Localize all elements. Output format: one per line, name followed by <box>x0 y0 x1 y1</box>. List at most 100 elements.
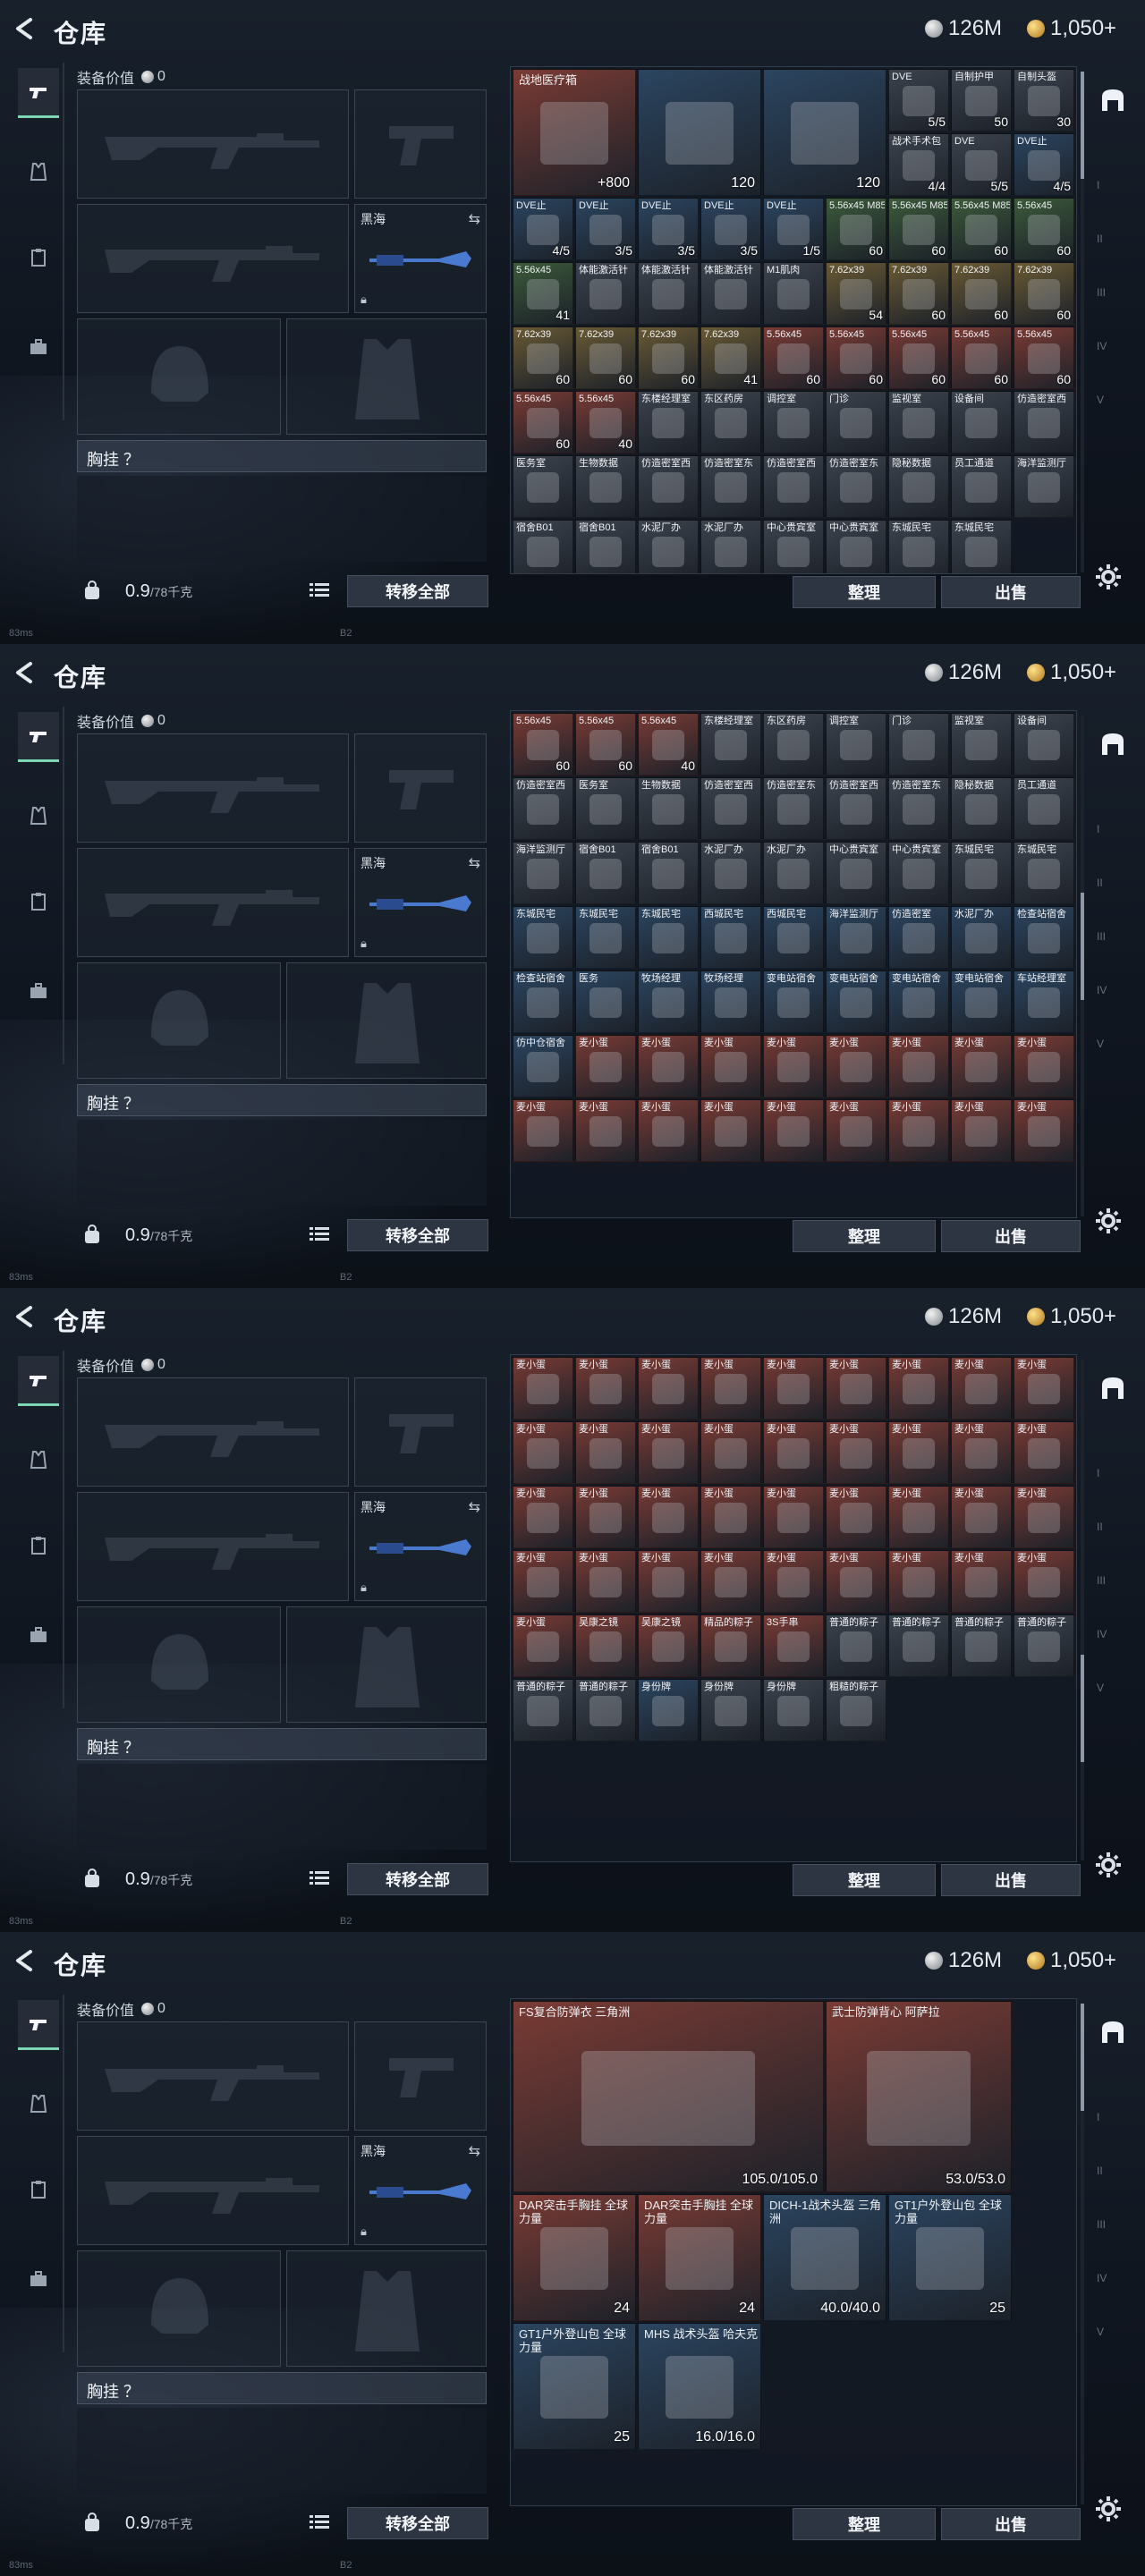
helmet-slot[interactable] <box>77 318 281 435</box>
stash-icon[interactable] <box>1097 84 1129 116</box>
stash-page-3[interactable]: III <box>1097 930 1106 943</box>
stash-item[interactable]: 麦小蛋 <box>638 1099 699 1162</box>
stash-item[interactable]: 粗糙的粽子 <box>826 1679 886 1741</box>
stash-item[interactable]: 麦小蛋 <box>513 1421 573 1484</box>
stash-item[interactable]: 战地医疗箱 +800 <box>513 69 636 196</box>
stash-item[interactable]: 麦小蛋 <box>700 1421 761 1484</box>
list-icon[interactable] <box>310 1225 329 1243</box>
currency-gold[interactable]: 1,050+ <box>1027 660 1116 685</box>
stash-page-4[interactable]: IV <box>1097 984 1107 996</box>
nav-consumables[interactable] <box>18 1521 59 1571</box>
stash-item[interactable]: 监视室 <box>951 713 1012 775</box>
nav-bags[interactable] <box>18 966 59 1016</box>
stash-item[interactable]: 麦小蛋 <box>575 1486 636 1548</box>
stash-item[interactable]: 调控室 <box>763 391 824 453</box>
nav-weapons[interactable] <box>18 712 59 762</box>
stash-item[interactable]: 麦小蛋 <box>763 1550 824 1613</box>
armor-slot[interactable] <box>286 962 487 1079</box>
nav-gear[interactable] <box>18 1435 59 1485</box>
stash-page-2[interactable]: II <box>1097 233 1103 245</box>
stash-item[interactable]: 医务室 <box>513 455 573 518</box>
primary-weapon-slot[interactable] <box>77 1377 349 1487</box>
pistol-slot[interactable] <box>354 2021 487 2131</box>
stash-item[interactable]: 门诊 <box>826 391 886 453</box>
stash-item[interactable]: 精品的粽子 <box>700 1614 761 1677</box>
stash-item[interactable]: 东城民宅 <box>888 520 949 573</box>
nav-gear[interactable] <box>18 147 59 197</box>
nav-consumables[interactable] <box>18 233 59 283</box>
stash-item[interactable]: 麦小蛋 <box>638 1035 699 1097</box>
stash-page-2[interactable]: II <box>1097 877 1103 889</box>
stash-item[interactable]: M1肌肉 <box>763 262 824 325</box>
chest-rig-header[interactable]: 胸挂 ？ <box>77 2372 487 2404</box>
stash-item[interactable]: 麦小蛋 <box>575 1035 636 1097</box>
stash-item[interactable]: 麦小蛋 <box>1014 1486 1074 1548</box>
gear-icon[interactable] <box>1095 2496 1122 2522</box>
stash-item[interactable]: 麦小蛋 <box>826 1486 886 1548</box>
stash-item[interactable]: 自制头盔 30 <box>1014 69 1074 131</box>
stash-scrollbar[interactable] <box>1081 1360 1084 1860</box>
stash-item[interactable]: 设备间 <box>951 391 1012 453</box>
scrollbar-thumb[interactable] <box>1081 1655 1084 1762</box>
stash-item[interactable]: 7.62x39 54 <box>826 262 886 325</box>
stash-item[interactable]: 宿舍B01 <box>575 842 636 904</box>
stash-item[interactable]: DAR突击手胸挂 全球力量 24 <box>638 2194 761 2321</box>
stash-item[interactable]: 东楼经理室 <box>700 713 761 775</box>
stash-item[interactable]: 体能激活针 <box>638 262 699 325</box>
stash-item[interactable]: 麦小蛋 <box>888 1357 949 1419</box>
sort-button[interactable]: 整理 <box>793 1864 936 1896</box>
stash-item[interactable]: 水泥厂办 <box>700 520 761 573</box>
sort-button[interactable]: 整理 <box>793 2508 936 2540</box>
primary-weapon-slot[interactable] <box>77 2021 349 2131</box>
stash-item[interactable]: 麦小蛋 <box>763 1035 824 1097</box>
stash-item[interactable]: 仿造密室西 <box>826 777 886 840</box>
stash-item[interactable]: 麦小蛋 <box>951 1035 1012 1097</box>
secondary-weapon-slot[interactable] <box>77 2136 349 2245</box>
stash-item[interactable]: 员工通道 <box>951 455 1012 518</box>
swap-icon[interactable]: ⇆ <box>469 2142 480 2160</box>
stash-item[interactable]: 麦小蛋 <box>1014 1550 1074 1613</box>
stash-item[interactable]: DVE止 4/5 <box>1014 133 1074 196</box>
stash-item[interactable]: 3S手串 <box>763 1614 824 1677</box>
stash-item[interactable]: 5.56x45 60 <box>763 326 824 389</box>
nav-bags[interactable] <box>18 2254 59 2304</box>
stash-item[interactable]: DAR突击手胸挂 全球力量 24 <box>513 2194 636 2321</box>
stash-scrollbar[interactable] <box>1081 72 1084 572</box>
stash-item[interactable]: 麦小蛋 <box>700 1486 761 1548</box>
stash-item[interactable]: 7.62x39 60 <box>1014 262 1074 325</box>
stash-item[interactable]: FS复合防弹衣 三角洲 105.0/105.0 <box>513 2001 824 2192</box>
stash-item[interactable]: 麦小蛋 <box>826 1035 886 1097</box>
stash-item[interactable]: 宿舍B01 <box>575 520 636 573</box>
stash-item[interactable]: 吴康之镜 <box>638 1614 699 1677</box>
stash-item[interactable]: 变电站宿舍 <box>888 970 949 1033</box>
stash-item[interactable]: 东城民宅 <box>575 906 636 969</box>
back-icon[interactable] <box>13 16 38 41</box>
stash-item[interactable]: 仿造密室东 <box>826 455 886 518</box>
stash-item[interactable]: DVE止 4/5 <box>513 198 573 260</box>
transfer-all-button[interactable]: 转移全部 <box>347 2507 488 2539</box>
stash-item[interactable]: 体能激活针 <box>700 262 761 325</box>
stash-item[interactable]: 麦小蛋 <box>575 1357 636 1419</box>
stash-item[interactable]: 水泥厂办 <box>951 906 1012 969</box>
gear-icon[interactable] <box>1095 1208 1122 1234</box>
stash-item[interactable]: 生物数据 <box>638 777 699 840</box>
stash-item[interactable]: 海洋监测厅 <box>1014 455 1074 518</box>
armor-slot[interactable] <box>286 318 487 435</box>
stash-item[interactable]: 7.62x39 60 <box>575 326 636 389</box>
swap-icon[interactable]: ⇆ <box>469 1498 480 1516</box>
stash-item[interactable]: 普通的粽子 <box>951 1614 1012 1677</box>
stash-item[interactable]: 牧场经理 <box>700 970 761 1033</box>
stash-item[interactable]: 5.56x45 M855 60 <box>826 198 886 260</box>
stash-item[interactable]: 东城民宅 <box>951 842 1012 904</box>
currency-gold[interactable]: 1,050+ <box>1027 1948 1116 1973</box>
back-icon[interactable] <box>13 660 38 685</box>
stash-item[interactable]: 麦小蛋 <box>951 1099 1012 1162</box>
nav-bags[interactable] <box>18 1610 59 1660</box>
back-icon[interactable] <box>13 1948 38 1973</box>
stash-page-5[interactable]: V <box>1097 2326 1104 2338</box>
stash-item[interactable]: GT1户外登山包 全球力量 25 <box>513 2323 636 2450</box>
stash-item[interactable]: 麦小蛋 <box>575 1099 636 1162</box>
stash-item[interactable]: DVE止 3/5 <box>638 198 699 260</box>
stash-page-1[interactable]: I <box>1097 1467 1099 1479</box>
stash-item[interactable]: 检查站宿舍 <box>513 970 573 1033</box>
